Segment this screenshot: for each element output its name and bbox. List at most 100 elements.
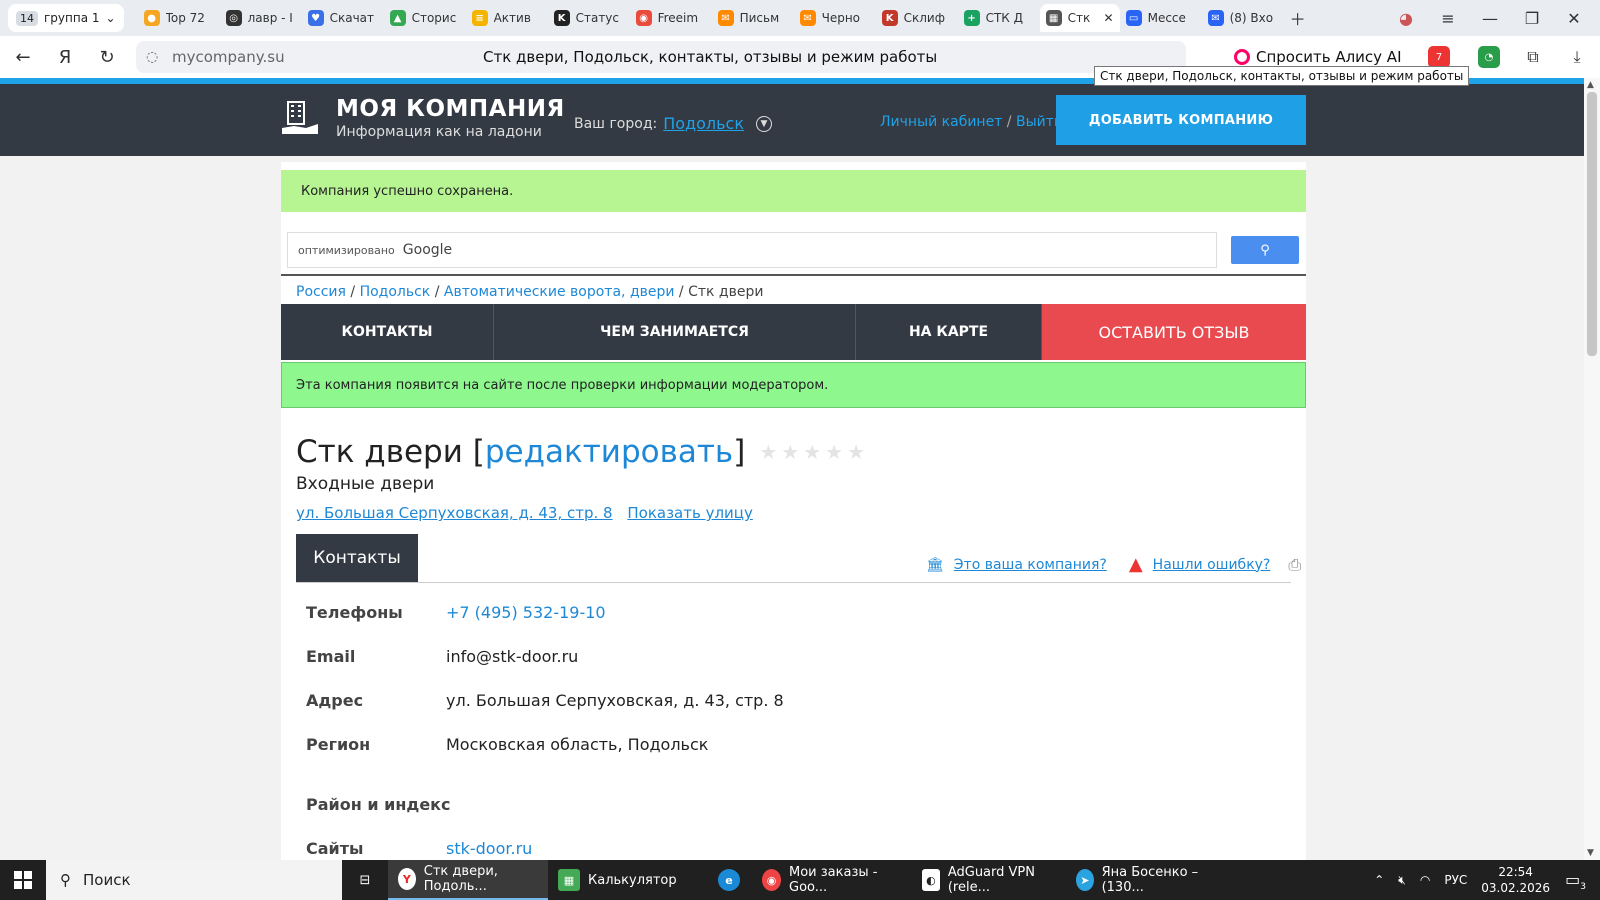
chevron-down-icon[interactable]: ▼ [756, 115, 773, 132]
minimize-icon[interactable]: — [1476, 4, 1504, 32]
brand[interactable]: МОЯ КОМПАНИЯ Информация как на ладони [336, 96, 565, 140]
breadcrumb-link[interactable]: Россия [296, 284, 346, 300]
breadcrumb-current: Стк двери [688, 284, 764, 300]
taskbar-app-calculator[interactable]: ▦ Калькулятор [548, 860, 708, 900]
menu-map[interactable]: НА КАРТЕ [856, 304, 1042, 360]
task-view-icon[interactable]: ⊟ [342, 860, 388, 900]
taskbar-app-browser[interactable]: Y Стк двери, Подоль... [388, 860, 548, 900]
taskbar-app-label: Стк двери, Подоль... [423, 864, 498, 894]
print-icon[interactable]: ⎙ [1288, 555, 1301, 575]
menu-contacts[interactable]: КОНТАКТЫ [281, 304, 494, 360]
your-company-link[interactable]: Это ваша компания? [954, 557, 1107, 573]
taskbar-search[interactable]: ⚲ Поиск [46, 860, 342, 900]
browser-tab-active[interactable]: ▦ Стк ✕ [1039, 4, 1120, 32]
scroll-down-icon[interactable]: ▼ [1587, 848, 1594, 858]
browser-tab[interactable]: ▭ Мессе [1120, 4, 1202, 32]
browser-tab[interactable]: ◎ лавр - I [220, 4, 302, 32]
restore-icon[interactable]: ❐ [1518, 4, 1546, 32]
edit-link[interactable]: редактировать [485, 434, 733, 470]
browser-tab[interactable]: ● Top 72 [138, 4, 220, 32]
info-row-phones: Телефоны +7 (495) 532-19-10 [306, 590, 1206, 634]
leave-review-button[interactable]: ОСТАВИТЬ ОТЗЫВ [1042, 304, 1306, 360]
wifi-icon[interactable]: ◠ [1420, 873, 1430, 887]
chevron-up-icon[interactable]: ⌃ [1374, 873, 1384, 887]
site-info-icon[interactable]: ◌ [146, 49, 158, 65]
browser-tab[interactable]: + СТК Д [958, 4, 1040, 32]
info-label: Сайты [306, 838, 364, 858]
yandex-icon[interactable]: Я [46, 41, 84, 73]
browser-tab[interactable]: ♥ Скачат [302, 4, 384, 32]
browser-tab[interactable]: K Статус [548, 4, 630, 32]
window-close-icon[interactable]: ✕ [1560, 4, 1588, 32]
info-row-district: Район и индекс [306, 782, 1206, 826]
star-icon[interactable]: ★ [781, 440, 799, 464]
browser-tab[interactable]: ✉ Черно [794, 4, 876, 32]
scroll-up-icon[interactable]: ▲ [1587, 80, 1594, 90]
profile-icon[interactable]: ◕ [1392, 4, 1420, 32]
clock[interactable]: 22:54 03.02.2026 [1481, 864, 1550, 896]
site-header: МОЯ КОМПАНИЯ Информация как на ладони Ва… [0, 84, 1584, 156]
taskbar-app-telegram[interactable]: ➤ Яна Босенко – (130... [1066, 860, 1226, 900]
star-icon[interactable]: ★ [759, 440, 777, 464]
address-link[interactable]: ул. Большая Серпуховская, д. 43, стр. 8 [296, 504, 613, 522]
collections-icon[interactable]: ⧉ [1522, 46, 1544, 68]
add-company-button[interactable]: ДОБАВИТЬ КОМПАНИЮ [1056, 95, 1306, 145]
star-icon[interactable]: ★ [847, 440, 865, 464]
tab-group-label: группа 1 [44, 11, 100, 25]
tab-favicon-icon: K [881, 10, 898, 26]
tab-label: СТК Д [985, 11, 1024, 25]
contact-info: Телефоны +7 (495) 532-19-10 Email info@stk… [306, 590, 1206, 860]
reload-icon[interactable]: ↻ [88, 41, 126, 73]
cabinet-link[interactable]: Личный кабинет [880, 114, 1002, 130]
breadcrumb: Россия / Подольск / Автоматические ворот… [296, 284, 764, 300]
browser-tab[interactable]: ≡ Актив [466, 4, 548, 32]
browser-tab[interactable]: ◉ Freeim [630, 4, 712, 32]
tab-contacts[interactable]: Контакты [296, 534, 418, 582]
search-button[interactable]: ⚲ [1231, 236, 1299, 264]
tab-favicon-icon: ◉ [635, 10, 652, 26]
search-input[interactable]: оптимизировано Google [287, 232, 1217, 268]
close-icon[interactable]: ✕ [1104, 11, 1114, 25]
notifications-icon[interactable]: ▭3 [1565, 870, 1586, 892]
tab-tooltip: Стк двери, Подольск, контакты, отзывы и … [1094, 66, 1470, 86]
phone-link[interactable]: +7 (495) 532-19-10 [446, 603, 606, 622]
omnibox[interactable]: ◌ mycompany.su Стк двери, Подольск, конт… [136, 41, 1186, 73]
city-link[interactable]: Подольск [663, 114, 744, 133]
new-tab-icon[interactable]: ＋ [1284, 4, 1312, 32]
info-label: Регион [306, 734, 371, 754]
menu-activity[interactable]: ЧЕМ ЗАНИМАЕТСЯ [494, 304, 856, 360]
info-label: Район и индекс [306, 794, 451, 814]
language-indicator[interactable]: РУС [1444, 873, 1467, 887]
taskbar-app-chrome[interactable]: ◉ Мои заказы - Goo... [752, 860, 912, 900]
tab-label: Письм [739, 11, 780, 25]
breadcrumb-link[interactable]: Автоматические ворота, двери [444, 284, 675, 300]
star-icon[interactable]: ★ [825, 440, 843, 464]
site-link[interactable]: stk-door.ru [446, 839, 532, 858]
tab-label: (8) Вхо [1229, 11, 1274, 25]
account-links: Личный кабинет / Выйти [880, 114, 1063, 130]
taskbar-app-adguard[interactable]: ◐ AdGuard VPN (rele... [912, 860, 1066, 900]
menu-icon[interactable]: ≡ [1434, 4, 1462, 32]
windows-start-icon[interactable] [0, 860, 46, 900]
show-street-link[interactable]: Показать улицу [627, 504, 753, 522]
rating-stars[interactable]: ★ ★ ★ ★ ★ [759, 440, 865, 464]
star-icon[interactable]: ★ [803, 440, 821, 464]
report-error-link[interactable]: Нашли ошибку? [1153, 557, 1271, 573]
scrollbar[interactable]: ▲ ▼ [1584, 78, 1600, 860]
clock-date: 03.02.2026 [1481, 881, 1550, 895]
browser-tab[interactable]: ✉ Письм [712, 4, 794, 32]
tab-group[interactable]: 14 группа 1 ⌄ [8, 4, 124, 32]
scrollbar-thumb[interactable] [1587, 92, 1597, 356]
info-label: Email [306, 646, 356, 666]
browser-tab[interactable]: ▲ Сторис [384, 4, 466, 32]
browser-tab[interactable]: K Склиф [876, 4, 958, 32]
volume-muted-icon[interactable]: 🔇︎ [1398, 873, 1406, 888]
search-icon: ⚲ [60, 871, 71, 889]
breadcrumb-link[interactable]: Подольск [360, 284, 431, 300]
adblock-extension-icon[interactable]: 7 [1428, 46, 1450, 68]
extension-icon[interactable]: ◔ [1478, 46, 1500, 68]
browser-tab[interactable]: ✉ (8) Вхо [1202, 4, 1284, 32]
taskbar-app-edge[interactable]: e [708, 860, 752, 900]
downloads-icon[interactable]: ⤓ [1566, 46, 1588, 68]
back-icon[interactable]: ← [4, 41, 42, 73]
